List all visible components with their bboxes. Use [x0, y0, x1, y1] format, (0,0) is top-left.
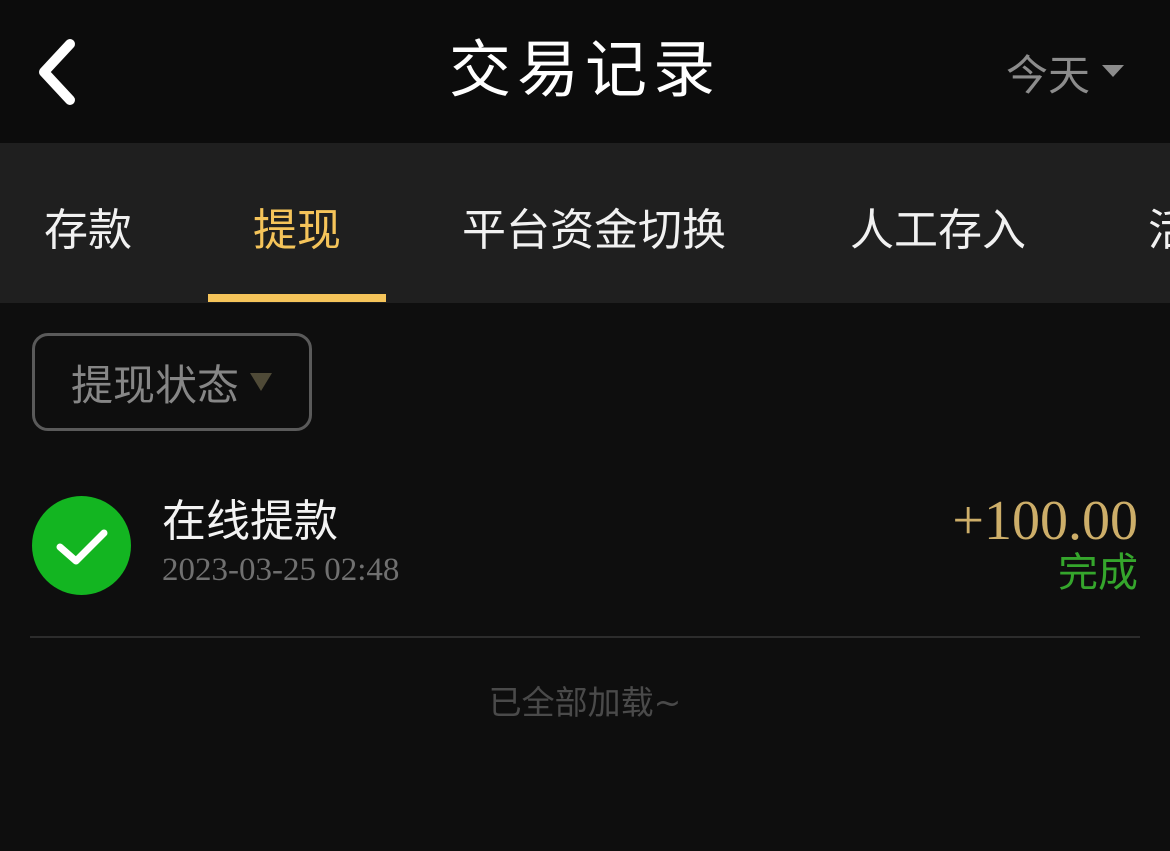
tab-platform-transfer[interactable]: 平台资金切换	[462, 143, 726, 303]
active-tab-indicator	[208, 294, 386, 302]
tab-withdraw[interactable]: 提现	[253, 143, 341, 303]
chevron-left-icon	[39, 39, 75, 105]
list-end-message: 已全部加载~	[488, 683, 682, 722]
transaction-time: 2023-03-25 02:48	[162, 552, 400, 588]
back-button[interactable]	[30, 34, 90, 110]
transaction-status: 完成	[1058, 550, 1138, 596]
transaction-row[interactable]: 在线提款 2023-03-25 02:48 +100.00 完成	[30, 470, 1140, 638]
tab-manual-deposit[interactable]: 人工存入	[850, 143, 1026, 303]
top-bar: 交易记录 今天	[0, 0, 1170, 143]
check-circle-icon	[32, 496, 131, 595]
page-title: 交易记录	[448, 33, 721, 106]
withdraw-status-filter[interactable]: 提现状态	[32, 333, 312, 431]
tab-activity[interactable]: 活	[1148, 143, 1170, 303]
date-filter-dropdown[interactable]: 今天	[1006, 42, 1124, 102]
caret-down-icon	[1102, 65, 1124, 77]
category-tabs: 存款 提现 平台资金切换 人工存入 活	[0, 143, 1170, 303]
date-filter-label: 今天	[1005, 50, 1090, 100]
caret-down-icon	[250, 373, 272, 391]
tab-deposit[interactable]: 存款	[44, 143, 132, 303]
status-filter-label: 提现状态	[70, 360, 239, 410]
transaction-amount: +100.00	[952, 490, 1138, 552]
transaction-title: 在线提款	[162, 496, 338, 547]
